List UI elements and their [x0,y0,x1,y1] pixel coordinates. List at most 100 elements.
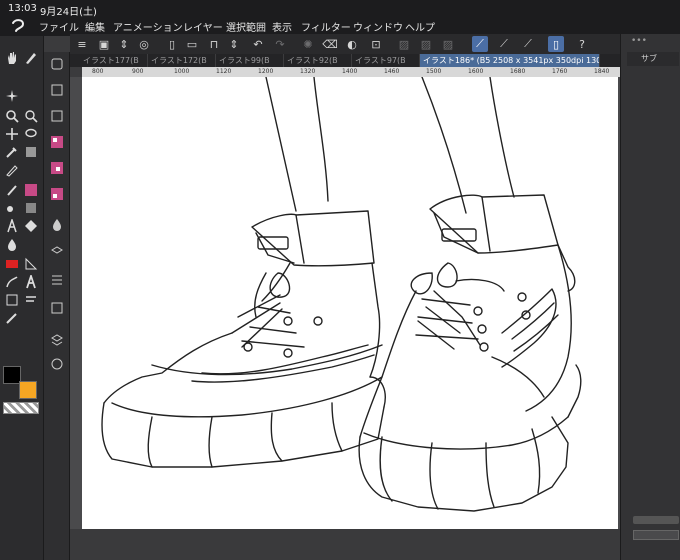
zoom-icon[interactable] [3,108,21,124]
layer-property-icon[interactable] [49,244,65,260]
canvas-bottom-strip [70,529,620,560]
new-file-icon[interactable]: ▯ [164,36,180,52]
curve-icon[interactable] [3,274,21,290]
select-zoom-icon[interactable] [22,108,40,124]
undo-icon[interactable]: ↶ [250,36,266,52]
panel-more-icon[interactable]: ••• [631,36,647,46]
eyedropper-icon[interactable] [3,144,21,160]
save-icon[interactable]: ⊓ [206,36,222,52]
lasso-icon[interactable] [22,126,40,142]
menu-file[interactable]: ファイル [39,19,79,34]
app-logo-icon[interactable] [10,18,26,32]
ruler-icon[interactable] [22,256,40,272]
help-icon[interactable]: ? [574,36,590,52]
sparkle-icon[interactable] [3,88,21,104]
shoes-line-art [101,77,582,512]
menu-window[interactable]: ウィンドウ [353,19,403,34]
disabled-command-1-icon[interactable]: ▨ [396,36,412,52]
list-icon[interactable] [49,272,65,288]
ruler-tick: 1320 [300,68,316,75]
frame-icon[interactable] [3,292,21,308]
pencil-icon[interactable] [3,162,21,178]
text-icon[interactable] [3,218,21,234]
ruler-tick: 900 [132,68,144,75]
tab-label: イラスト172(B [151,56,207,65]
text-tool-icon[interactable] [22,274,40,290]
stepper-2-icon[interactable]: ⇕ [226,36,242,52]
pen-icon[interactable] [22,50,40,66]
loading-icon[interactable]: ✺ [300,36,316,52]
menu-help[interactable]: ヘルプ [405,19,435,34]
disabled-command-3-icon[interactable]: ▨ [440,36,456,52]
tool-palette [0,36,44,560]
drawing-canvas[interactable] [82,77,618,529]
fill-icon[interactable] [3,236,21,252]
tab-illust-92[interactable]: イラスト92(B [284,54,352,67]
fill-command-icon[interactable]: ◐ [344,36,360,52]
hand-icon[interactable] [3,50,21,66]
status-time: 13:03 [8,3,37,14]
menu-selection[interactable]: 選択範囲 [226,19,266,34]
ruler-tick: 1500 [426,68,442,75]
eraser-icon[interactable] [22,218,40,234]
redo-icon[interactable]: ↷ [272,36,288,52]
panel-field[interactable] [633,530,679,540]
correction-icon[interactable] [3,310,21,326]
tablet-mode-icon[interactable]: ▯ [548,36,564,52]
tab-illust-177[interactable]: イラスト177(B [80,54,148,67]
settings-icon[interactable]: ◎ [136,36,152,52]
gradient-icon[interactable] [22,144,40,160]
tab-label: イラスト97(B [355,56,406,65]
tab-label: イラスト92(B [287,56,338,65]
clear-icon[interactable]: ⌫ [322,36,338,52]
tab-illust-97[interactable]: イラスト97(B [352,54,420,67]
navigator-icon[interactable] [49,356,65,372]
tab-illust-186-active[interactable]: イラスト186* (B5 2508 x 3541px 350dpi 130.3%… [420,54,600,67]
new-canvas-icon[interactable]: ▣ [96,36,112,52]
ruler-snap-icon[interactable]: ⟋ [472,36,488,52]
menu-icon[interactable]: ≡ [74,36,90,52]
command-bar: ≡ ▣ ⇕ ◎ ▯ ▭ ⊓ ⇕ ↶ ↷ ✺ ⌫ ◐ ⊡ ▨ ▨ ▨ ⟋ ⟋ ⟋ … [70,34,620,54]
swatch-palette-1-icon[interactable] [49,134,65,150]
sub-tool-panel-label: サブ [641,54,657,63]
ruler-tick: 1200 [258,68,274,75]
layers-icon[interactable] [49,332,65,348]
drop-icon[interactable] [49,216,65,232]
panel-slider[interactable] [633,516,679,524]
transparent-color-swatch[interactable] [3,402,39,414]
ruler-tick: 1680 [510,68,526,75]
menu-animation[interactable]: アニメーション [113,19,183,34]
ruler-tick: 1460 [384,68,400,75]
figure-icon[interactable] [3,256,21,272]
color-set-icon[interactable] [49,108,65,124]
open-folder-icon[interactable]: ▭ [184,36,200,52]
airbrush-icon[interactable] [3,200,21,216]
swatch-palette-3-icon[interactable] [49,186,65,202]
brush-icon[interactable] [3,182,21,198]
menu-layer[interactable]: レイヤー [183,19,223,34]
color-wheel-icon[interactable] [49,82,65,98]
sub-color-swatch[interactable] [19,381,37,399]
tab-illust-172[interactable]: イラスト172(B [148,54,216,67]
horizontal-ruler: 800 900 1000 1120 1200 1320 1400 1460 15… [82,67,620,77]
menu-filter[interactable]: フィルター [301,19,351,34]
ruler-tick: 800 [92,68,104,75]
sub-tool-icon[interactable] [49,56,65,72]
pattern-icon[interactable] [22,200,40,216]
sub-tool-panel-header[interactable]: サブ [627,52,679,66]
stepper-icon[interactable]: ⇕ [116,36,132,52]
grid-icon[interactable] [49,300,65,316]
tab-illust-99[interactable]: イラスト99(B [216,54,284,67]
menu-view[interactable]: 表示 [272,19,292,34]
swatch-palette-2-icon[interactable] [49,160,65,176]
special-ruler-icon[interactable]: ⟋ [496,36,512,52]
disabled-command-2-icon[interactable]: ▨ [418,36,434,52]
transform-icon[interactable]: ⊡ [368,36,384,52]
tab-label: イラスト99(B [219,56,270,65]
move-icon[interactable] [3,126,21,142]
pattern-brush-icon[interactable] [22,182,40,198]
grid-snap-icon[interactable]: ⟋ [520,36,536,52]
balloon-icon[interactable] [22,292,40,308]
ruler-tick: 1760 [552,68,568,75]
menu-edit[interactable]: 編集 [85,19,105,34]
